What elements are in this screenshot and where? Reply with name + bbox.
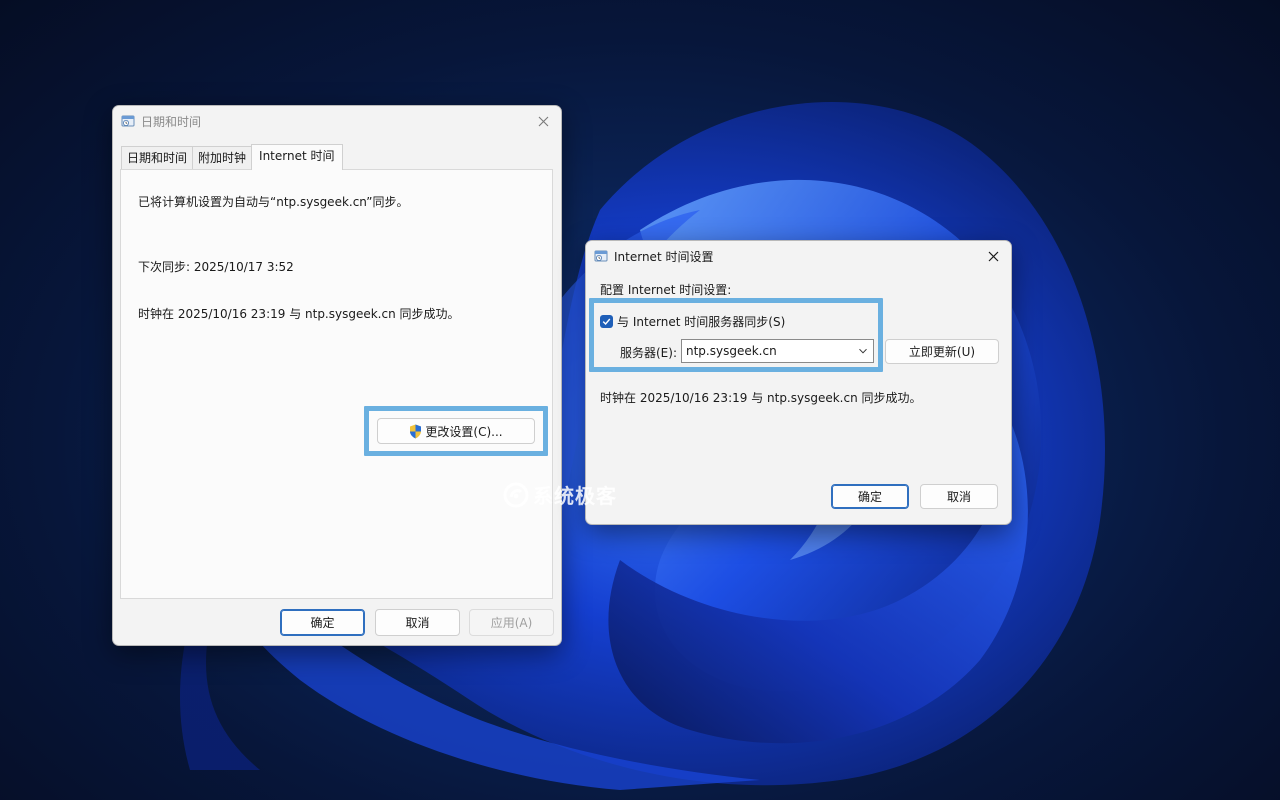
sync-checkbox-label[interactable]: 与 Internet 时间服务器同步(S) (617, 313, 785, 330)
watermark-text: 系统极客 (533, 484, 617, 508)
change-settings-label: 更改设置(C)... (425, 424, 503, 439)
sync-config-message: 已将计算机设置为自动与“ntp.sysgeek.cn”同步。 (138, 195, 409, 209)
chevron-down-icon (859, 348, 867, 354)
internet-time-status: 时钟在 2025/10/16 23:19 与 ntp.sysgeek.cn 同步… (600, 391, 922, 405)
last-sync-status: 时钟在 2025/10/16 23:19 与 ntp.sysgeek.cn 同步… (138, 307, 460, 321)
tab-date-time[interactable]: 日期和时间 (121, 146, 194, 170)
internet-time-window-title: Internet 时间设置 (614, 249, 714, 264)
datetime-ok-button[interactable]: 确定 (280, 609, 365, 636)
internet-time-settings-window: Internet 时间设置 配置 Internet 时间设置: 与 Intern… (585, 240, 1012, 525)
datetime-tabs: 日期和时间 附加时钟 Internet 时间 (121, 144, 343, 170)
config-section-label: 配置 Internet 时间设置: (600, 283, 732, 297)
close-icon (538, 116, 548, 126)
sync-checkbox[interactable] (600, 315, 613, 328)
change-settings-button[interactable]: 更改设置(C)... (377, 418, 535, 444)
tab-internet-time[interactable]: Internet 时间 (251, 144, 343, 170)
internet-time-ok-button[interactable]: 确定 (831, 484, 909, 509)
internet-time-panel: 已将计算机设置为自动与“ntp.sysgeek.cn”同步。 下次同步: 202… (120, 169, 553, 599)
watermark: 系统极客 (502, 480, 617, 509)
server-value: ntp.sysgeek.cn (686, 344, 777, 358)
tab-additional-clocks[interactable]: 附加时钟 (192, 146, 253, 170)
datetime-cancel-button[interactable]: 取消 (375, 609, 460, 636)
checkmark-icon (602, 318, 611, 326)
server-select[interactable]: ntp.sysgeek.cn (681, 339, 874, 363)
datetime-window: 日期和时间 日期和时间 附加时钟 Internet 时间 已将计算机设置为自动与… (112, 105, 562, 646)
datetime-close-button[interactable] (529, 110, 557, 132)
server-label: 服务器(E): (620, 346, 677, 360)
uac-shield-icon (410, 424, 422, 438)
internet-time-app-icon (594, 250, 608, 262)
close-icon (988, 251, 998, 261)
next-sync-text: 下次同步: 2025/10/17 3:52 (138, 260, 294, 274)
datetime-app-icon (121, 115, 135, 127)
datetime-apply-button[interactable]: 应用(A) (469, 609, 554, 636)
datetime-titlebar[interactable]: 日期和时间 (113, 106, 561, 136)
watermark-logo-icon (503, 482, 529, 507)
internet-time-titlebar[interactable]: Internet 时间设置 (586, 241, 1011, 271)
internet-time-cancel-button[interactable]: 取消 (920, 484, 998, 509)
internet-time-close-button[interactable] (979, 245, 1007, 267)
update-now-button[interactable]: 立即更新(U) (885, 339, 999, 364)
datetime-window-title: 日期和时间 (141, 114, 202, 129)
